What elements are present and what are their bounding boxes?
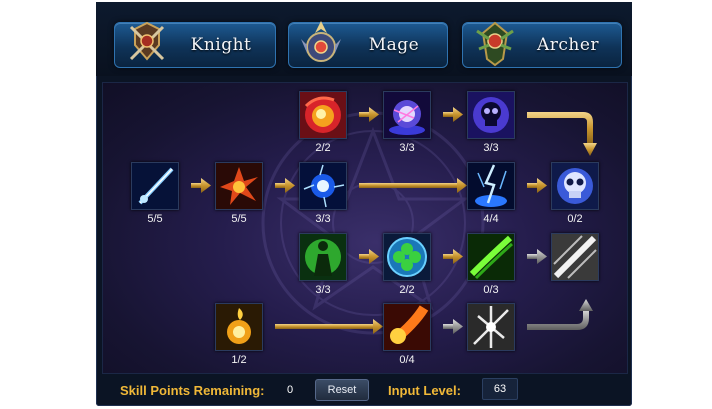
skill-ice-lance-level: 5/5 <box>147 213 163 225</box>
skill-silver-slash[interactable] <box>551 233 599 281</box>
arrow-skullaura-to-deathskull <box>527 112 597 156</box>
tab-archer[interactable]: Archer <box>462 21 622 68</box>
skill-meteor-level: 0/4 <box>399 354 415 366</box>
skill-tree-panel: 2/2 3/3 3/3 5/5 5/5 3/3 4/4 0/2 3/3 2/2 … <box>102 82 628 374</box>
skill-dark-skull-aura[interactable]: 3/3 <box>467 91 515 154</box>
skill-green-slash[interactable]: 0/3 <box>467 233 515 296</box>
skill-flame-burst-level: 5/5 <box>231 213 247 225</box>
skill-green-slash-level: 0/3 <box>483 284 499 296</box>
skill-fire-potion-level: 1/2 <box>231 354 247 366</box>
skill-clover-shield-level: 2/2 <box>399 284 415 296</box>
reset-button[interactable]: Reset <box>315 379 369 401</box>
knight-crest-icon <box>129 21 165 61</box>
skill-ice-lance[interactable]: 5/5 <box>131 162 179 225</box>
skill-tree-window: Knight Mage Archer 2/2 3/3 3/3 5/5 5/5 3… <box>96 2 632 406</box>
arrow-greenslash-to-silverslash <box>527 249 547 264</box>
tab-mage[interactable]: Mage <box>288 21 448 68</box>
skill-lightning-nova-level: 3/3 <box>315 213 331 225</box>
skill-arcane-sphere[interactable]: 3/3 <box>383 91 431 154</box>
arrow-nature-to-clover <box>359 249 379 264</box>
arcane-sphere-icon <box>383 91 431 139</box>
green-slash-icon <box>467 233 515 281</box>
arrow-nova-to-storm <box>359 178 467 193</box>
skill-connectors <box>191 107 597 334</box>
input-level-label: Input Level: <box>388 383 461 398</box>
status-bar: Skill Points Remaining: 0 Reset Input Le… <box>96 374 632 406</box>
lightning-storm-icon <box>467 162 515 210</box>
input-level-field[interactable]: 63 <box>482 378 518 400</box>
skill-lightning-nova[interactable]: 3/3 <box>299 162 347 225</box>
skill-nature-aura[interactable]: 3/3 <box>299 233 347 296</box>
meteor-icon <box>383 303 431 351</box>
skill-nature-aura-level: 3/3 <box>315 284 331 296</box>
arrow-storm-to-deathskull <box>527 178 547 193</box>
ice-lance-icon <box>131 162 179 210</box>
tab-knight[interactable]: Knight <box>114 21 276 68</box>
skill-meteor[interactable]: 0/4 <box>383 303 431 366</box>
class-tab-bar: Knight Mage Archer <box>96 2 632 76</box>
nature-aura-icon <box>299 233 347 281</box>
tab-knight-label: Knight <box>190 35 252 55</box>
skill-dark-skull-aura-level: 3/3 <box>483 142 499 154</box>
skill-flame-burst[interactable]: 5/5 <box>215 162 263 225</box>
arrow-arcane-to-skullaura <box>443 107 463 122</box>
mage-crest-icon <box>301 21 341 62</box>
skill-white-burst[interactable] <box>467 303 515 351</box>
skill-death-skull[interactable]: 0/2 <box>551 162 599 225</box>
tab-mage-label: Mage <box>368 35 420 55</box>
fire-potion-icon <box>215 303 263 351</box>
arrow-meteor-to-whiteburst <box>443 319 463 334</box>
skill-points-label: Skill Points Remaining: <box>120 383 265 398</box>
clover-shield-icon <box>383 233 431 281</box>
skill-fire-orb[interactable]: 2/2 <box>299 91 347 154</box>
arrow-fireorb-to-arcane <box>359 107 379 122</box>
fire-orb-icon <box>299 91 347 139</box>
arrow-whiteburst-up <box>527 299 593 330</box>
skill-arcane-sphere-level: 3/3 <box>399 142 415 154</box>
tab-archer-label: Archer <box>536 35 600 55</box>
skill-death-skull-level: 0/2 <box>567 213 583 225</box>
white-burst-icon <box>467 303 515 351</box>
skill-points-value: 0 <box>287 384 294 396</box>
skill-clover-shield[interactable]: 2/2 <box>383 233 431 296</box>
arrow-potion-to-meteor <box>275 319 383 334</box>
skill-lightning-storm-level: 4/4 <box>483 213 499 225</box>
archer-crest-icon <box>476 21 514 67</box>
silver-slash-icon <box>551 233 599 281</box>
arrow-clover-to-greenslash <box>443 249 463 264</box>
arrow-flameburst-to-nova <box>275 178 295 193</box>
skill-fire-orb-level: 2/2 <box>315 142 331 154</box>
lightning-nova-icon <box>299 162 347 210</box>
skull-aura-icon <box>467 91 515 139</box>
flame-burst-icon <box>215 162 263 210</box>
arrow-icelance-to-flameburst <box>191 178 211 193</box>
skill-fire-potion[interactable]: 1/2 <box>215 303 263 366</box>
skill-lightning-storm[interactable]: 4/4 <box>467 162 515 225</box>
death-skull-icon <box>551 162 599 210</box>
